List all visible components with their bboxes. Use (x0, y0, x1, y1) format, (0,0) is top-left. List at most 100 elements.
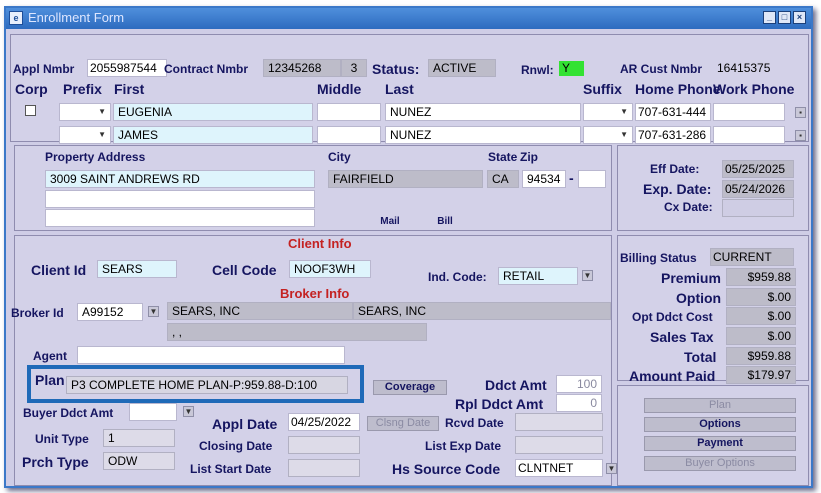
prefix-col-header: Prefix (63, 81, 102, 97)
client-id-field[interactable]: SEARS (97, 260, 177, 278)
payment-button[interactable]: Payment (644, 436, 796, 451)
city-field[interactable]: FAIRFIELD (328, 170, 483, 188)
ind-code-lookup-icon[interactable]: ▼ (582, 270, 593, 281)
suffix-col-header: Suffix (583, 81, 622, 97)
opt-ddct-cost-field: $.00 (726, 307, 796, 325)
address-panel: Property Address 3009 SAINT ANDREWS RD C… (14, 145, 612, 231)
buyer-ddct-lookup-icon[interactable]: ▼ (183, 406, 194, 417)
billing-status-label: Billing Status (620, 251, 697, 265)
plan-highlight-box (27, 365, 364, 403)
hs-source-code-field[interactable]: CLNTNET (515, 459, 603, 477)
minimize-button[interactable]: _ (763, 11, 776, 24)
bill-button[interactable]: Bill (427, 215, 463, 230)
first-col-header: First (114, 81, 145, 97)
cx-date-field[interactable] (722, 199, 794, 217)
client-info-heading: Client Info (288, 236, 352, 251)
amount-paid-label: Amount Paid (629, 368, 716, 384)
app-icon: e (9, 11, 23, 25)
eff-date-field[interactable]: 05/25/2025 (722, 160, 794, 178)
total-label: Total (684, 349, 717, 365)
cell-code-field[interactable]: NOOF3WH (289, 260, 371, 278)
status-field[interactable]: ACTIVE (428, 59, 496, 77)
middle-name-field-2[interactable] (317, 126, 381, 144)
agent-label: Agent (33, 349, 67, 363)
client-panel: Client Info Client Id SEARS Cell Code NO… (11, 235, 617, 486)
maximize-button[interactable]: □ (778, 11, 791, 24)
chevron-down-icon: ▼ (620, 130, 628, 139)
address-line2-field[interactable] (45, 190, 315, 208)
zip-ext-field[interactable] (578, 170, 606, 188)
hs-source-lookup-icon[interactable]: ▼ (606, 463, 617, 474)
exp-date-field[interactable]: 05/24/2026 (722, 180, 794, 198)
broker-id-label: Broker Id (11, 306, 64, 320)
phone-lookup-icon-1[interactable]: ▪ (795, 107, 806, 118)
corp-checkbox[interactable] (25, 105, 36, 116)
closing-date-label: Closing Date (199, 439, 273, 453)
address-line3-field[interactable] (45, 209, 315, 227)
closing-date-field[interactable] (288, 436, 360, 454)
prch-type-field[interactable]: ODW (103, 452, 175, 470)
billing-panel: Billing Status CURRENT Premium $959.88 O… (617, 235, 809, 384)
broker-info-heading: Broker Info (280, 286, 350, 301)
sales-tax-label: Sales Tax (650, 329, 714, 345)
billing-status-field: CURRENT (710, 248, 794, 266)
options-button[interactable]: Options (644, 417, 796, 432)
ar-cust-value: 16415375 (717, 61, 771, 75)
last-name-field-2[interactable]: NUNEZ (385, 126, 581, 144)
appl-nmbr-field[interactable]: 2055987544 (87, 59, 167, 77)
agent-field[interactable] (77, 346, 345, 364)
coverage-button[interactable]: Coverage (373, 380, 447, 395)
unit-type-field[interactable]: 1 (103, 429, 175, 447)
buyer-options-button[interactable]: Buyer Options (644, 456, 796, 471)
rpl-ddct-amt-field[interactable]: 0 (556, 394, 602, 412)
clsng-date-button[interactable]: Clsng Date (367, 416, 439, 431)
buyer-ddct-amt-label: Buyer Ddct Amt (23, 406, 114, 420)
exp-date-label: Exp. Date: (643, 181, 712, 197)
enrollment-window: e Enrollment Form _ □ × Appl Nmbr 205598… (4, 6, 813, 488)
amount-paid-field: $179.97 (726, 366, 796, 384)
prefix-dropdown-1[interactable]: ▼ (59, 103, 111, 121)
chevron-down-icon: ▼ (620, 107, 628, 116)
prch-type-label: Prch Type (22, 454, 89, 470)
list-start-date-label: List Start Date (190, 462, 272, 476)
address-line1-field[interactable]: 3009 SAINT ANDREWS RD (45, 170, 315, 188)
ind-code-field[interactable]: RETAIL (498, 267, 578, 285)
rnwl-flag[interactable]: Y (559, 61, 584, 76)
cell-code-label: Cell Code (212, 262, 277, 278)
zip-field[interactable]: 94534 (522, 170, 566, 188)
suffix-dropdown-1[interactable]: ▼ (583, 103, 633, 121)
buyer-ddct-amt-field[interactable] (129, 403, 177, 421)
ar-cust-label: AR Cust Nmbr (620, 62, 703, 76)
option-label: Option (676, 290, 722, 306)
contract-seq-field[interactable]: 3 (341, 59, 367, 77)
middle-name-field-1[interactable] (317, 103, 381, 121)
sales-tax-field: $.00 (726, 327, 796, 345)
contract-nmbr-field[interactable]: 12345268 (263, 59, 341, 77)
home-phone-field-2[interactable]: 707-631-286 (635, 126, 711, 144)
appl-date-field[interactable]: 04/25/2022 (288, 413, 360, 431)
phone-lookup-icon-2[interactable]: ▪ (795, 130, 806, 141)
rcvd-date-field[interactable] (515, 413, 603, 431)
suffix-dropdown-2[interactable]: ▼ (583, 126, 633, 144)
broker-lookup-icon[interactable]: ▼ (148, 306, 159, 317)
ddct-amt-label: Ddct Amt (485, 377, 547, 393)
appl-nmbr-label: Appl Nmbr (13, 62, 75, 76)
plan-button[interactable]: Plan (644, 398, 796, 413)
first-name-field-1[interactable]: EUGENIA (113, 103, 313, 121)
close-button[interactable]: × (793, 11, 806, 24)
broker-id-field[interactable]: A99152 (77, 303, 143, 321)
home-phone-field-1[interactable]: 707-631-444 (635, 103, 711, 121)
first-name-field-2[interactable]: JAMES (113, 126, 313, 144)
mail-button[interactable]: Mail (367, 215, 413, 230)
prefix-dropdown-2[interactable]: ▼ (59, 126, 111, 144)
state-label: State (488, 150, 518, 164)
work-phone-field-2[interactable] (713, 126, 785, 144)
work-phone-field-1[interactable] (713, 103, 785, 121)
window-title: Enrollment Form (28, 10, 125, 25)
list-start-date-field[interactable] (288, 459, 360, 477)
contract-nmbr-label: Contract Nmbr (164, 62, 249, 76)
last-name-field-1[interactable]: NUNEZ (385, 103, 581, 121)
list-exp-date-field[interactable] (515, 436, 603, 454)
ddct-amt-field[interactable]: 100 (556, 375, 602, 393)
state-field[interactable]: CA (487, 170, 519, 188)
